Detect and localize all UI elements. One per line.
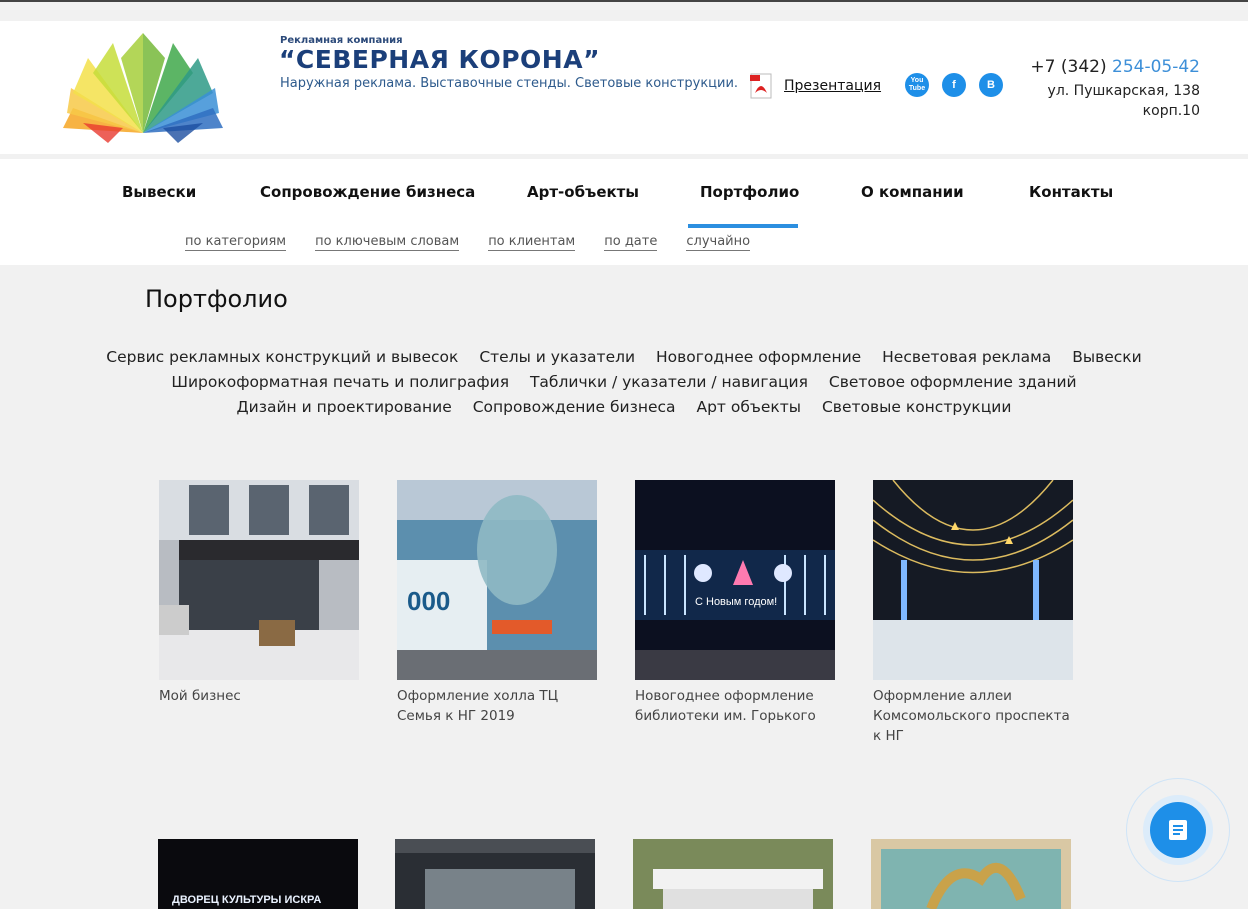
portfolio-caption[interactable]: Оформление аллеи Комсомольского проспект…	[873, 686, 1073, 746]
document-icon	[1169, 820, 1187, 840]
subnav-random[interactable]: случайно	[686, 234, 751, 251]
feedback-button[interactable]	[1150, 802, 1206, 858]
portfolio-caption[interactable]: Оформление холла ТЦ Семья к НГ 2019	[397, 686, 597, 726]
presentation-link[interactable]: Презентация	[784, 78, 881, 94]
nav-item-business-support[interactable]: Сопровождение бизнеса	[260, 183, 475, 201]
category-link[interactable]: Новогоднее оформление	[656, 348, 861, 366]
category-link[interactable]: Сервис рекламных конструкций и вывесок	[106, 348, 458, 366]
subnav-by-clients[interactable]: по клиентам	[488, 234, 576, 251]
category-link[interactable]: Вывески	[1072, 348, 1142, 366]
category-link[interactable]: Арт объекты	[696, 398, 801, 416]
subnav: по категориям по ключевым словам по клие…	[185, 234, 779, 251]
portfolio-card[interactable]	[395, 839, 595, 909]
nav-item-contacts[interactable]: Контакты	[1029, 183, 1113, 201]
portfolio-thumbnail[interactable]: С Новым годом!	[635, 480, 835, 680]
category-link[interactable]: Несветовая реклама	[882, 348, 1051, 366]
portfolio-card[interactable]: Мой бизнес	[159, 480, 359, 706]
phone-number[interactable]: +7 (342) 254-05-42	[1030, 57, 1200, 77]
portfolio-card[interactable]: 000 Оформление холла ТЦ Семья к НГ 2019	[397, 480, 597, 726]
nav-item-portfolio[interactable]: Портфолио	[700, 183, 799, 201]
facebook-icon[interactable]: f	[942, 73, 966, 97]
category-link[interactable]: Световые конструкции	[822, 398, 1011, 416]
portfolio-thumbnail[interactable]	[871, 839, 1071, 909]
portfolio-card[interactable]	[871, 839, 1071, 909]
vkontakte-icon[interactable]: B	[979, 73, 1003, 97]
portfolio-thumbnail[interactable]	[873, 480, 1073, 680]
portfolio-thumbnail[interactable]: 000	[397, 480, 597, 680]
portfolio-caption[interactable]: Новогоднее оформление библиотеки им. Гор…	[635, 686, 835, 726]
logo-icon[interactable]	[58, 33, 228, 143]
subnav-by-keywords[interactable]: по ключевым словам	[315, 234, 460, 251]
address: ул. Пушкарская, 138 корп.10	[1047, 83, 1200, 119]
top-gap	[0, 2, 1248, 21]
svg-text:С Новым годом!: С Новым годом!	[695, 596, 777, 608]
active-nav-indicator	[688, 224, 798, 228]
subnav-by-date[interactable]: по дате	[604, 234, 658, 251]
svg-text:000: 000	[407, 586, 450, 616]
portfolio-card[interactable]	[633, 839, 833, 909]
subnav-by-category[interactable]: по категориям	[185, 234, 287, 251]
nav-item-art-objects[interactable]: Арт-объекты	[527, 183, 639, 201]
portfolio-thumbnail[interactable]	[633, 839, 833, 909]
social-links: You Tube f B	[905, 73, 1016, 97]
category-link[interactable]: Широкоформатная печать и полиграфия	[171, 373, 509, 391]
portfolio-thumbnail[interactable]	[395, 839, 595, 909]
category-row: Дизайн и проектирование Сопровождение би…	[0, 398, 1248, 416]
pdf-icon[interactable]	[750, 73, 772, 99]
category-link[interactable]: Сопровождение бизнеса	[473, 398, 676, 416]
nav-item-signs[interactable]: Вывески	[122, 183, 196, 201]
main-nav: Вывески Сопровождение бизнеса Арт-объект…	[0, 159, 1248, 265]
portfolio-thumbnail[interactable]	[159, 480, 359, 680]
presentation-link-group[interactable]: Презентация	[750, 73, 881, 99]
category-link[interactable]: Таблички / указатели / навигация	[530, 373, 808, 391]
category-link[interactable]: Стелы и указатели	[479, 348, 635, 366]
nav-item-about[interactable]: О компании	[861, 183, 964, 201]
portfolio-caption[interactable]: Мой бизнес	[159, 686, 359, 706]
svg-text:ДВОРЕЦ КУЛЬТУРЫ ИСКРА: ДВОРЕЦ КУЛЬТУРЫ ИСКРА	[172, 894, 321, 906]
portfolio-card[interactable]: ДВОРЕЦ КУЛЬТУРЫ ИСКРА	[158, 839, 358, 909]
portfolio-card[interactable]: С Новым годом! Новогоднее оформление биб…	[635, 480, 835, 726]
page-title: Портфолио	[145, 285, 288, 313]
category-row: Широкоформатная печать и полиграфия Табл…	[0, 373, 1248, 391]
brand-title[interactable]: “СЕВЕРНАЯ КОРОНА”	[279, 45, 600, 74]
portfolio-thumbnail[interactable]: ДВОРЕЦ КУЛЬТУРЫ ИСКРА	[158, 839, 358, 909]
youtube-icon[interactable]: You Tube	[905, 73, 929, 97]
portfolio-card[interactable]: Оформление аллеи Комсомольского проспект…	[873, 480, 1073, 746]
category-link[interactable]: Дизайн и проектирование	[237, 398, 452, 416]
site-header: Рекламная компания “СЕВЕРНАЯ КОРОНА” Нар…	[0, 21, 1248, 154]
category-row: Сервис рекламных конструкций и вывесок С…	[0, 348, 1248, 366]
brand-tagline: Наружная реклама. Выставочные стенды. Св…	[280, 76, 739, 91]
category-link[interactable]: Световое оформление зданий	[829, 373, 1077, 391]
